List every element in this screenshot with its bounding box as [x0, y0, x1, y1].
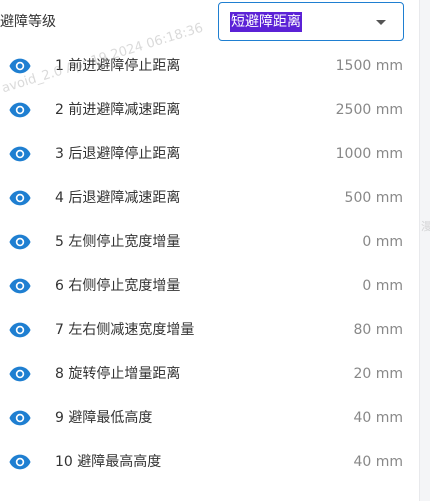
avoidance-level-selected-value: 短避障距离	[230, 12, 302, 32]
avoidance-level-label: 避障等级	[0, 14, 56, 30]
param-label: 2 前进避障减速距离	[55, 102, 181, 118]
param-row: 6 右侧停止宽度增量 0 mm	[0, 264, 419, 308]
param-label: 1 前进避障停止距离	[55, 58, 181, 74]
param-value: 1500 mm	[335, 58, 403, 74]
param-row: 8 旋转停止增量距离 20 mm	[0, 352, 419, 396]
eye-icon[interactable]	[9, 145, 31, 163]
param-value: 0 mm	[362, 278, 403, 294]
param-row: 5 左侧停止宽度增量 0 mm	[0, 220, 419, 264]
param-value: 1000 mm	[335, 146, 403, 162]
param-value: 40 mm	[353, 454, 403, 470]
param-label: 4 后退避障减速距离	[55, 190, 181, 206]
eye-icon[interactable]	[9, 409, 31, 427]
param-label: 5 左侧停止宽度增量	[55, 234, 181, 250]
param-value: 500 mm	[344, 190, 403, 206]
param-label: 10 避障最高高度	[55, 454, 162, 470]
param-row: 4 后退避障减速距离 500 mm	[0, 176, 419, 220]
param-value: 80 mm	[353, 322, 403, 338]
scroll-gutter	[419, 0, 430, 501]
param-row: 2 前进避障减速距离 2500 mm	[0, 88, 419, 132]
avoidance-level-row: 避障等级 短避障距离	[0, 0, 419, 44]
param-row: 7 左右侧减速宽度增量 80 mm	[0, 308, 419, 352]
param-value: 20 mm	[353, 366, 403, 382]
obstacle-avoidance-panel: 避障等级 短避障距离 1 前进避障停止距离 1500 mm 2 前进避障减速距离…	[0, 0, 419, 501]
param-label: 8 旋转停止增量距离	[55, 366, 181, 382]
param-label: 3 后退避障停止距离	[55, 146, 181, 162]
param-row: 10 避障最高高度 40 mm	[0, 440, 419, 484]
eye-icon[interactable]	[9, 365, 31, 383]
param-label: 7 左右侧减速宽度增量	[55, 322, 195, 338]
param-label: 9 避障最低高度	[55, 410, 153, 426]
param-row: 9 避障最低高度 40 mm	[0, 396, 419, 440]
eye-icon[interactable]	[9, 321, 31, 339]
eye-icon[interactable]	[9, 277, 31, 295]
eye-icon[interactable]	[9, 101, 31, 119]
param-value: 0 mm	[362, 234, 403, 250]
param-value: 2500 mm	[335, 102, 403, 118]
avoidance-level-select[interactable]: 短避障距离	[218, 2, 404, 41]
param-label: 6 右侧停止宽度增量	[55, 278, 181, 294]
eye-icon[interactable]	[9, 189, 31, 207]
param-value: 40 mm	[353, 410, 403, 426]
param-row: 3 后退避障停止距离 1000 mm	[0, 132, 419, 176]
eye-icon[interactable]	[9, 453, 31, 471]
chevron-down-icon[interactable]	[376, 20, 386, 25]
param-row: 1 前进避障停止距离 1500 mm	[0, 44, 419, 88]
eye-icon[interactable]	[9, 233, 31, 251]
eye-icon[interactable]	[9, 57, 31, 75]
